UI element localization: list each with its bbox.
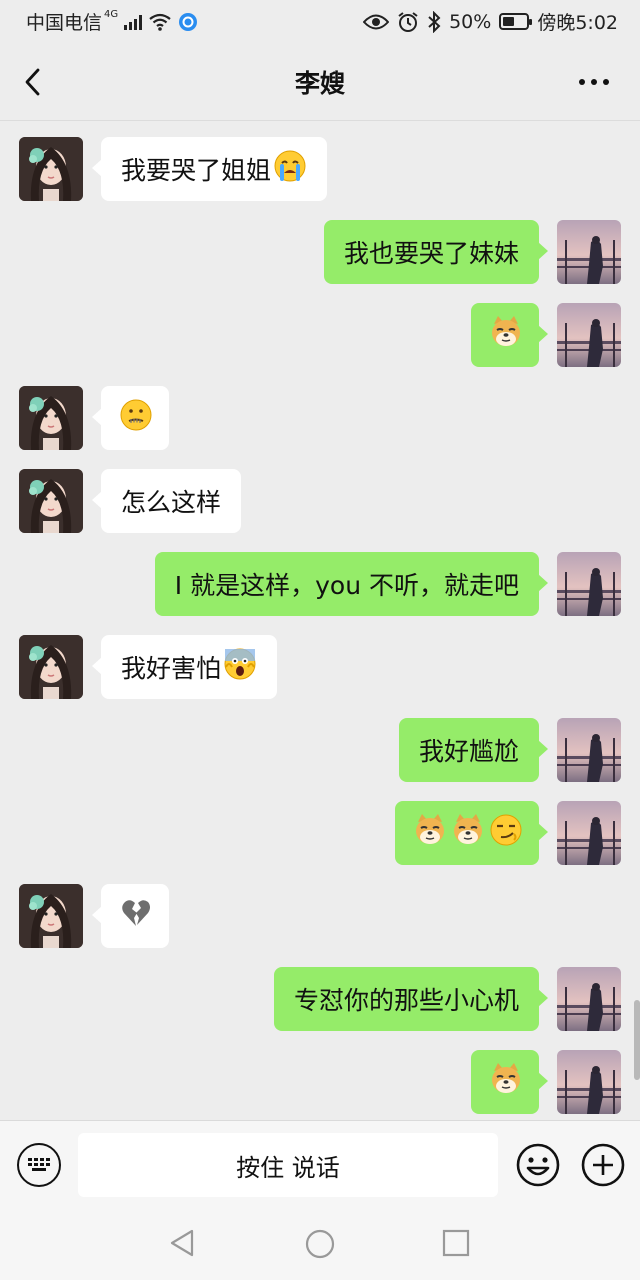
incoming-message: [0, 386, 640, 452]
broken-heart-icon: [119, 896, 153, 936]
battery-percent: 50%: [449, 10, 492, 33]
message-text: I 就是这样，you 不听，就走吧: [174, 571, 519, 600]
scrollbar[interactable]: [634, 1000, 640, 1080]
my-avatar[interactable]: [557, 303, 621, 367]
alarm-icon: [398, 11, 418, 32]
status-right: 50% 傍晚5:02: [363, 8, 618, 35]
doge-icon: [489, 1062, 523, 1102]
message-bubble[interactable]: 我好害怕: [91, 635, 278, 699]
message-text: 专怼你的那些小心机: [293, 986, 519, 1015]
message-bubble[interactable]: [92, 386, 169, 450]
more-functions-button[interactable]: [580, 1142, 626, 1188]
message-bubble[interactable]: 我好尴尬: [398, 718, 549, 782]
message-bubble[interactable]: 怎么这样: [91, 469, 242, 533]
zipper-mouth-icon: [119, 398, 153, 438]
status-bar: 中国电信 4G 50% 傍晚5:02: [0, 0, 640, 44]
my-avatar[interactable]: [557, 801, 621, 865]
message-text: 怎么这样: [121, 488, 222, 517]
doge-icon: [451, 813, 485, 853]
outgoing-message: [0, 303, 640, 369]
network-type: 4G: [104, 9, 119, 20]
message-text: 我好尴尬: [418, 737, 519, 766]
bluetooth-icon: [428, 10, 441, 33]
message-bubble[interactable]: 我也要哭了妹妹: [323, 220, 549, 284]
message-text: 我也要哭了妹妹: [343, 239, 519, 268]
input-bar: 按住 说话: [0, 1120, 640, 1211]
browser-app-icon: [179, 12, 198, 31]
carrier-name: 中国电信: [26, 12, 103, 34]
outgoing-message: I 就是这样，you 不听，就走吧: [0, 552, 640, 618]
hold-to-talk-button[interactable]: 按住 说话: [78, 1133, 498, 1197]
nav-back-icon[interactable]: [168, 1228, 198, 1258]
contact-avatar[interactable]: [19, 635, 83, 699]
eye-icon: [363, 14, 390, 29]
contact-avatar[interactable]: [19, 386, 83, 450]
battery-icon: [499, 13, 533, 30]
my-avatar[interactable]: [557, 552, 621, 616]
incoming-message: 我好害怕: [0, 635, 640, 701]
outgoing-message: [0, 1050, 640, 1116]
message-text: 我好害怕: [121, 654, 222, 683]
my-avatar[interactable]: [557, 967, 621, 1031]
plus-icon: [581, 1143, 625, 1187]
outgoing-message: [0, 801, 640, 867]
my-avatar[interactable]: [557, 220, 621, 284]
wifi-icon: [149, 13, 171, 31]
message-bubble[interactable]: [471, 1050, 548, 1114]
emoji-button[interactable]: [515, 1142, 561, 1188]
chat-title: 李嫂: [294, 69, 345, 98]
smirk-face-icon: [489, 813, 523, 853]
outgoing-message: 我也要哭了妹妹: [0, 220, 640, 286]
message-bubble[interactable]: [471, 303, 548, 367]
my-avatar[interactable]: [557, 1050, 621, 1114]
contact-avatar[interactable]: [19, 469, 83, 533]
doge-icon: [413, 813, 447, 853]
nav-recents-icon[interactable]: [441, 1228, 471, 1258]
doge-icon: [489, 315, 523, 355]
message-bubble[interactable]: [395, 801, 548, 865]
keyboard-icon: [28, 1158, 50, 1171]
contact-avatar[interactable]: [19, 884, 83, 948]
outgoing-message: 专怼你的那些小心机: [0, 967, 640, 1033]
system-navigation-bar: [0, 1210, 640, 1280]
incoming-message: [0, 884, 640, 950]
message-bubble[interactable]: [92, 884, 169, 948]
contact-avatar[interactable]: [19, 137, 83, 201]
outgoing-message: 我好尴尬: [0, 718, 640, 784]
chat-header: 李嫂: [0, 44, 640, 121]
incoming-message: 我要哭了姐姐: [0, 137, 640, 203]
keyboard-toggle-button[interactable]: [17, 1143, 61, 1187]
message-bubble[interactable]: I 就是这样，you 不听，就走吧: [154, 552, 549, 616]
screaming-face-icon: [223, 647, 257, 687]
message-bubble[interactable]: 我要哭了姐姐: [91, 137, 328, 201]
message-bubble[interactable]: 专怼你的那些小心机: [273, 967, 549, 1031]
clock: 傍晚5:02: [537, 12, 618, 34]
nav-home-icon[interactable]: [304, 1228, 336, 1260]
more-options-button[interactable]: [574, 64, 614, 100]
smiley-icon: [516, 1143, 560, 1187]
incoming-message: 怎么这样: [0, 469, 640, 535]
loudly-crying-face-icon: [273, 149, 307, 189]
status-left: 中国电信 4G: [26, 8, 198, 35]
message-text: 我要哭了姐姐: [121, 156, 272, 185]
my-avatar[interactable]: [557, 718, 621, 782]
signal-icon: [124, 14, 143, 30]
